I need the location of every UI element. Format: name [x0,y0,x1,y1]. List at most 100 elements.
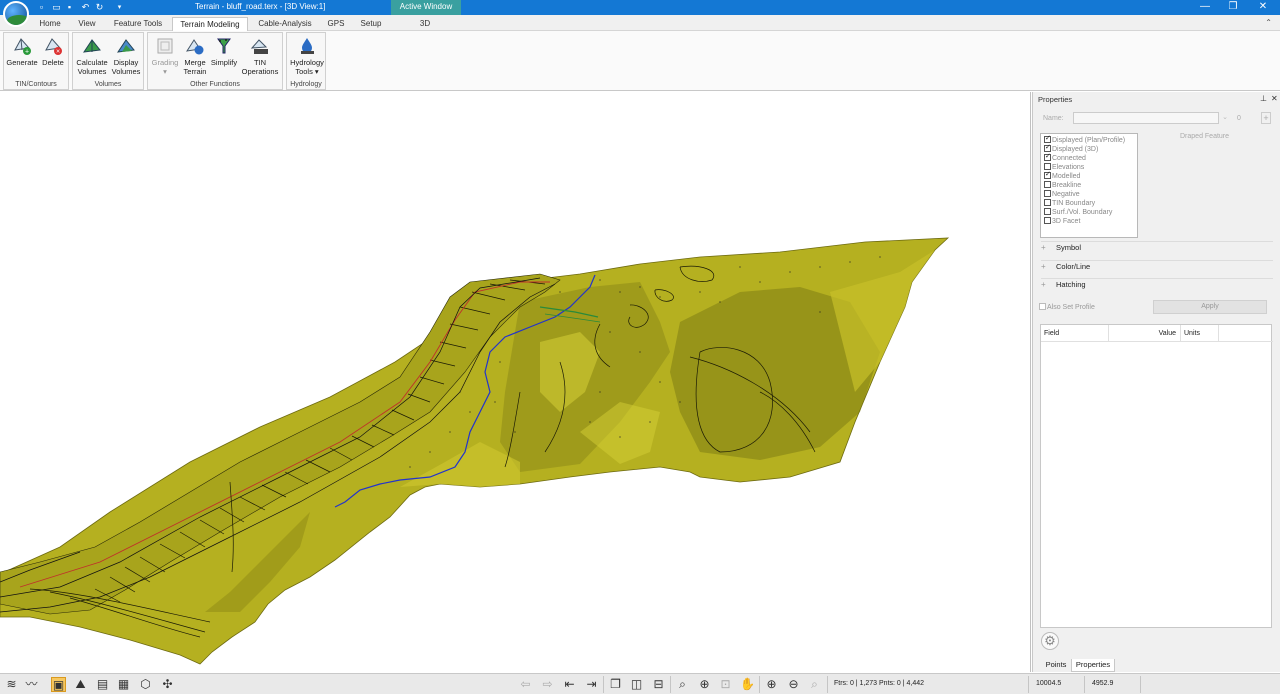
gear-icon[interactable]: ⚙ [1041,632,1059,650]
flag-3d-facet[interactable]: 3D Facet [1044,217,1080,226]
profile-line-icon[interactable]: 〰 [24,677,39,692]
zoom-out-icon[interactable]: ⊖ [786,677,801,692]
generate-button[interactable]: + Generate [6,35,38,67]
flag-modelled[interactable]: Modelled [1044,170,1080,181]
flag-negative[interactable]: Negative [1044,190,1080,199]
restore-icon[interactable]: ❐ [1220,0,1246,15]
split-horizontal-icon[interactable]: ⊟ [651,677,666,692]
also-set-profile-checkbox[interactable]: Also Set Profile [1039,303,1095,311]
merge-terrain-button[interactable]: Merge Terrain [181,35,209,76]
app-logo-icon[interactable] [3,1,29,27]
checkbox-unchecked[interactable] [1039,303,1046,310]
tab-properties[interactable]: Properties [1071,659,1115,672]
minimize-icon[interactable]: — [1192,0,1218,15]
zoom-in-icon[interactable]: ⊕ [764,677,779,692]
zoom-window-icon[interactable]: ⌕ [675,677,690,692]
flag-connected[interactable]: Connected [1044,152,1086,163]
cursor-y-coordinate: 4952.9 [1092,680,1114,687]
ribbon-collapse-icon[interactable]: ⌃ [1265,18,1272,27]
redo-icon[interactable]: ↻ [94,2,105,13]
flag-label: Elevations [1052,164,1085,171]
checkbox-unchecked[interactable] [1044,163,1051,170]
split-vertical-icon[interactable]: ◫ [629,677,644,692]
tab-3d[interactable]: 3D [414,17,436,31]
polygon-select-icon[interactable]: ⬡ [138,677,153,692]
hydrology-tools-button[interactable]: Hydrology Tools ▾ [288,35,326,76]
simplify-button[interactable]: Simplify [209,35,239,67]
arrow-left-icon[interactable]: ⇦ [518,677,533,692]
tab-terrain-modeling[interactable]: Terrain Modeling [172,17,248,31]
node-edit-icon[interactable]: ✣ [160,677,175,692]
flag-displayed-plan-profile[interactable]: Displayed (Plan/Profile) [1044,134,1125,145]
grading-button[interactable]: Grading ▾ [149,35,181,76]
flag-label: Surf./Vol. Boundary [1052,209,1113,216]
close-panel-icon[interactable]: ✕ [1271,94,1278,103]
previous-view-icon[interactable]: ⇤ [562,677,577,692]
tab-setup[interactable]: Setup [355,17,387,31]
flag-displayed-3d[interactable]: Displayed (3D) [1044,143,1098,154]
tab-home[interactable]: Home [33,17,67,31]
checkbox-unchecked[interactable] [1044,181,1051,188]
undo-icon[interactable]: ↶ [80,2,91,13]
display-volumes-button[interactable]: Display Volumes [110,35,142,76]
copy-window-icon[interactable]: ❐ [608,677,623,692]
checkbox-unchecked[interactable] [1044,190,1051,197]
flag-surf-vol-boundary[interactable]: Surf./Vol. Boundary [1044,208,1112,217]
name-dropdown-icon[interactable]: ⌄ [1220,112,1230,124]
3d-view-viewport[interactable] [0,92,1031,672]
checkbox-unchecked[interactable] [1044,208,1051,215]
expand-icon[interactable]: + [1041,280,1049,289]
customize-quick-access-icon[interactable]: ▾ [114,2,125,13]
add-name-button[interactable]: + [1261,112,1271,124]
section-symbol[interactable]: + Symbol [1041,243,1081,253]
apply-button[interactable]: Apply [1153,300,1267,314]
delete-label: Delete [42,58,64,67]
checkbox-checked[interactable] [1044,143,1051,152]
name-input[interactable] [1073,112,1219,124]
new-file-icon[interactable]: ▫ [36,2,47,13]
calculate-volumes-button[interactable]: Calculate Volumes [75,35,109,76]
tab-points[interactable]: Points [1041,659,1071,672]
3d-cube-icon[interactable]: ▣ [51,677,66,692]
expand-icon[interactable]: + [1041,243,1049,252]
grid-header-units[interactable]: Units [1181,325,1219,342]
expand-icon[interactable]: + [1041,262,1049,271]
layout-icon[interactable]: ▤ [95,677,110,692]
zoom-extents-icon[interactable]: ⊕ [697,677,712,692]
arrow-right-icon[interactable]: ⇨ [540,677,555,692]
flag-label: Breakline [1052,182,1082,189]
display-volumes-icon [116,39,135,53]
zoom-previous-icon[interactable]: ⌕ [807,677,822,692]
checkbox-unchecked[interactable] [1044,199,1051,206]
checkbox-checked[interactable] [1044,134,1051,143]
section-color-line[interactable]: + Color/Line [1041,262,1090,272]
lock-icon[interactable]: ⊡ [718,677,733,692]
save-icon[interactable]: ▪ [64,2,75,13]
grid-header-field[interactable]: Field [1041,325,1109,342]
checkbox-checked[interactable] [1044,170,1051,179]
close-window-icon[interactable]: ✕ [1250,0,1276,15]
pin-icon[interactable]: ⊥ [1260,94,1267,103]
tab-feature-tools[interactable]: Feature Tools [109,17,167,31]
checkbox-checked[interactable] [1044,152,1051,161]
section-hatching[interactable]: + Hatching [1041,280,1086,290]
group-other-functions: Grading ▾ Merge Terrain Simplify TIN Ope… [147,32,283,90]
checkbox-unchecked[interactable] [1044,217,1051,224]
flag-tin-boundary[interactable]: TIN Boundary [1044,199,1095,208]
open-folder-icon[interactable]: ▭ [51,2,62,13]
terrain-layer-icon[interactable]: ⛰ [73,677,88,692]
generate-label: Generate [6,58,38,67]
attribute-grid[interactable]: Field Value Units [1040,324,1273,628]
next-view-icon[interactable]: ⇥ [584,677,599,692]
tab-gps[interactable]: GPS [324,17,348,31]
table-grid-icon[interactable]: ▦ [116,677,131,692]
tab-view[interactable]: View [72,17,102,31]
grid-header-value[interactable]: Value [1109,325,1181,342]
tab-cable-analysis[interactable]: Cable-Analysis [253,17,317,31]
flag-breakline[interactable]: Breakline [1044,181,1081,190]
line-style-icon[interactable]: ≋ [4,677,19,692]
pan-hand-icon[interactable]: ✋ [740,677,755,692]
delete-button[interactable]: × Delete [39,35,67,67]
tin-operations-button[interactable]: TIN Operations [240,35,280,76]
divider [827,676,828,693]
